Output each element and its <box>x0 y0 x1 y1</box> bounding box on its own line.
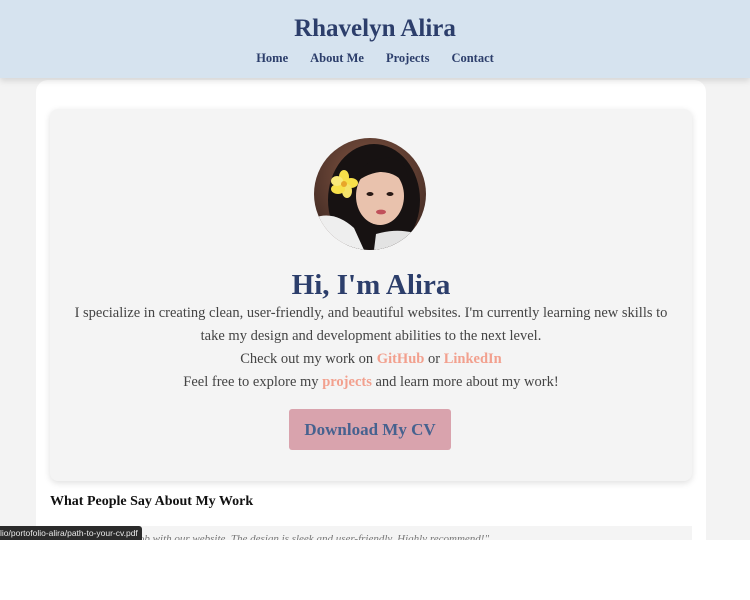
blank-area <box>0 540 750 600</box>
profile-photo-illustration <box>314 138 426 250</box>
nav-contact-link[interactable]: Contact <box>451 51 493 66</box>
explore-suffix-text: and learn more about my work! <box>371 374 559 390</box>
projects-link[interactable]: projects <box>322 374 372 390</box>
work-or-text: or <box>424 351 444 367</box>
browser-viewport: Rhavelyn Alira Home About Me Projects Co… <box>0 0 750 540</box>
hero-section: Hi, I'm Alira I specialize in creating c… <box>50 109 692 481</box>
download-cv-button[interactable]: Download My CV <box>289 409 451 450</box>
explore-prefix-text: Feel free to explore my <box>183 374 323 390</box>
hero-description: I specialize in creating clean, user-fri… <box>68 302 674 394</box>
work-prefix-text: Check out my work on <box>240 351 377 367</box>
nav-home-link[interactable]: Home <box>256 51 288 66</box>
hero-greeting: Hi, I'm Alira <box>291 269 451 301</box>
testimonial-card: "Amazing job with our website. The desig… <box>50 526 692 540</box>
profile-avatar <box>314 138 426 250</box>
testimonials-heading: What People Say About My Work <box>50 494 254 509</box>
hero-work-line: Check out my work on GitHub or LinkedIn <box>68 348 674 371</box>
nav-about-link[interactable]: About Me <box>310 51 364 66</box>
hero-intro-text: I specialize in creating clean, user-fri… <box>74 305 668 344</box>
nav-projects-link[interactable]: Projects <box>386 51 430 66</box>
github-link[interactable]: GitHub <box>377 351 425 367</box>
site-header: Rhavelyn Alira Home About Me Projects Co… <box>0 0 750 78</box>
link-preview-status-bar: lio/portofolio-alira/path-to-your-cv.pdf <box>0 526 142 540</box>
site-title: Rhavelyn Alira <box>294 15 456 42</box>
main-nav: Home About Me Projects Contact <box>0 51 750 66</box>
hero-explore-line: Feel free to explore my projects and lea… <box>68 371 674 394</box>
linkedin-link[interactable]: LinkedIn <box>444 351 502 367</box>
main-content-card: Hi, I'm Alira I specialize in creating c… <box>36 80 706 540</box>
testimonial-quote: "Amazing job with our website. The desig… <box>90 533 490 540</box>
